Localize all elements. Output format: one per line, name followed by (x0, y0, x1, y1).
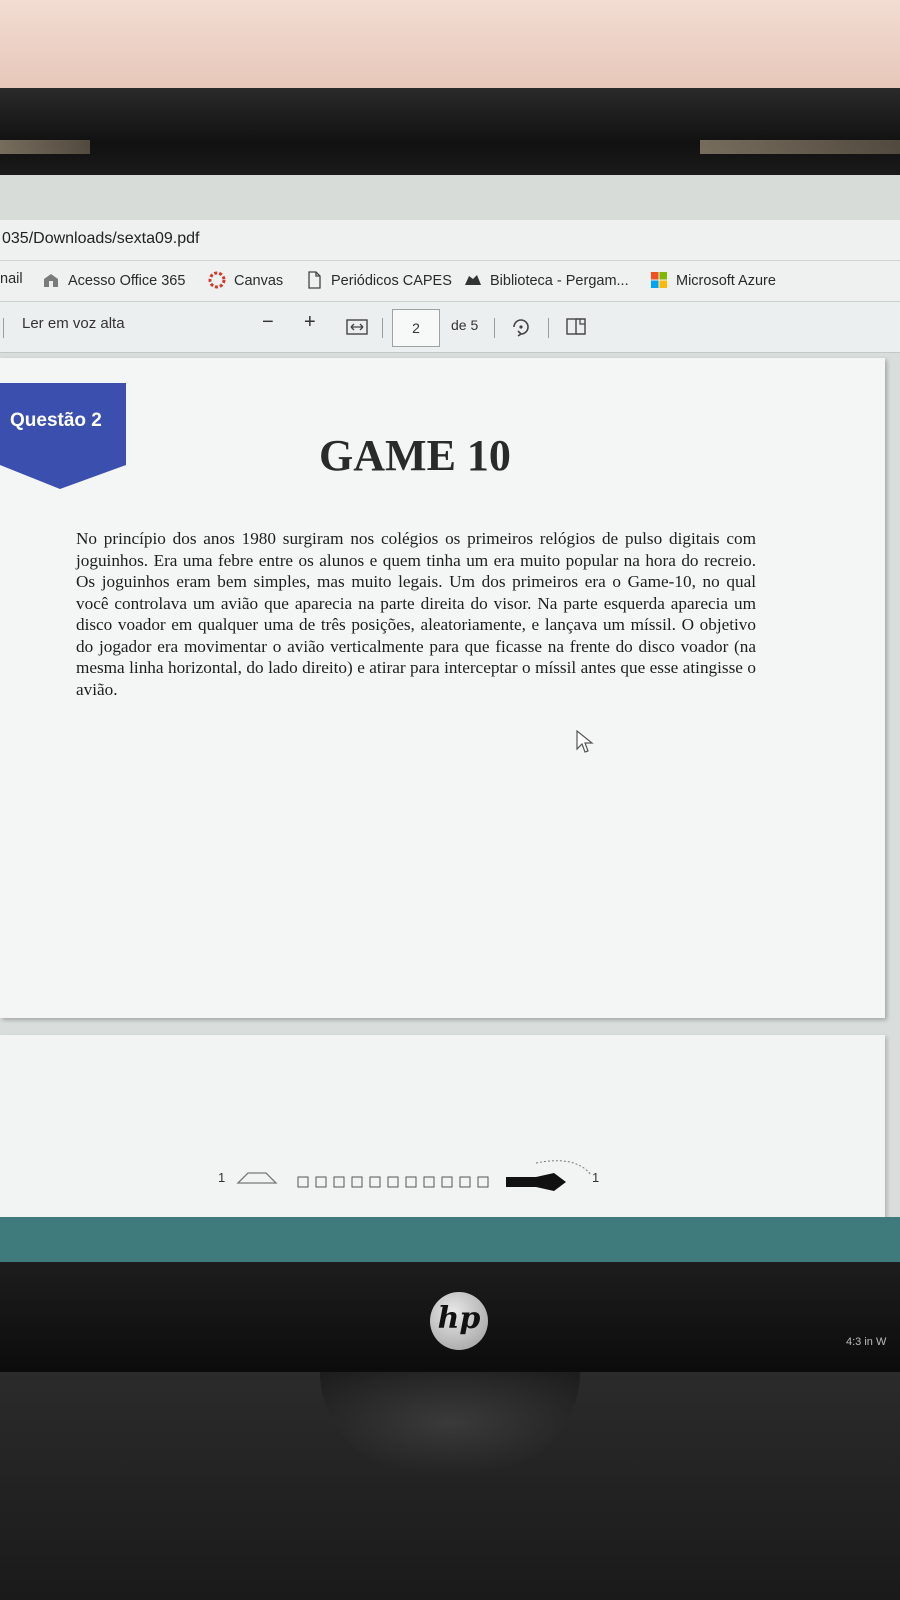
bookmark-label: Biblioteca - Pergam... (490, 273, 629, 289)
mouse-cursor-icon (576, 730, 594, 753)
zoom-out-button[interactable]: − (262, 311, 274, 334)
page-number-input[interactable]: 2 (392, 309, 440, 347)
bezel-reflection (700, 140, 900, 154)
hp-logo-text: hp (437, 1301, 481, 1336)
monitor-sticker: 4:3 in W (846, 1336, 887, 1348)
document-icon (308, 271, 321, 289)
bookmark-label: nail (0, 271, 23, 287)
toolbar-divider (548, 318, 549, 338)
toolbar-divider (3, 318, 4, 338)
bezel-reflection (0, 140, 90, 154)
bookmark-azure[interactable]: Microsoft Azure (650, 271, 776, 289)
bookmark-label: Periódicos CAPES (331, 273, 452, 289)
background-wall (0, 0, 900, 95)
bookmark-label: Microsoft Azure (676, 273, 776, 289)
document-title: GAME 10 (319, 431, 511, 480)
bookmark-mail[interactable]: nail (0, 271, 23, 287)
address-text[interactable]: 035/Downloads/sexta09.pdf (2, 230, 199, 248)
library-icon (465, 275, 481, 285)
canvas-icon (208, 271, 226, 289)
pdf-toolbar: Ler em voz alta − + 2 de 5 (0, 302, 900, 353)
toolbar-divider (494, 318, 495, 338)
zoom-in-button[interactable]: + (304, 311, 316, 334)
bookmarks-bar: nail Acesso Office 365 Canvas Periódicos… (0, 261, 900, 302)
browser-tab-strip (0, 175, 900, 220)
toolbar-divider (382, 318, 383, 338)
document-paragraph: No princípio dos anos 1980 surgiram nos … (76, 529, 756, 699)
game-illustration (236, 1160, 592, 1191)
building-icon (44, 274, 58, 287)
monitor-screen: 035/Downloads/sexta09.pdf nail Acesso Of… (0, 175, 900, 1265)
page-view-icon[interactable] (566, 317, 588, 337)
address-bar[interactable]: 035/Downloads/sexta09.pdf (0, 220, 900, 261)
bookmark-office365[interactable]: Acesso Office 365 (42, 271, 185, 289)
next-page-digit: 1 (218, 1170, 226, 1185)
monitor-top-bezel (0, 88, 900, 180)
next-page-digit: 1 (592, 1170, 600, 1185)
pdf-viewer[interactable]: Questão 2 GAME 10 No princípio dos anos … (0, 353, 900, 1265)
page-count: de 5 (451, 317, 479, 333)
microsoft-logo-icon (651, 272, 667, 288)
fit-width-icon[interactable] (346, 319, 368, 335)
bookmark-canvas[interactable]: Canvas (208, 271, 283, 289)
rotate-icon[interactable] (510, 316, 532, 338)
pdf-page: Questão 2 GAME 10 No princípio dos anos … (0, 358, 885, 1018)
hp-logo: hp (430, 1292, 488, 1350)
bookmark-label: Canvas (234, 273, 284, 289)
bookmark-periodicos[interactable]: Periódicos CAPES (305, 271, 452, 289)
question-label: Questão 2 (10, 410, 102, 431)
read-aloud-button[interactable]: Ler em voz alta (22, 315, 125, 332)
bookmark-label: Acesso Office 365 (68, 273, 186, 289)
bookmark-biblioteca[interactable]: Biblioteca - Pergam... (464, 271, 629, 289)
